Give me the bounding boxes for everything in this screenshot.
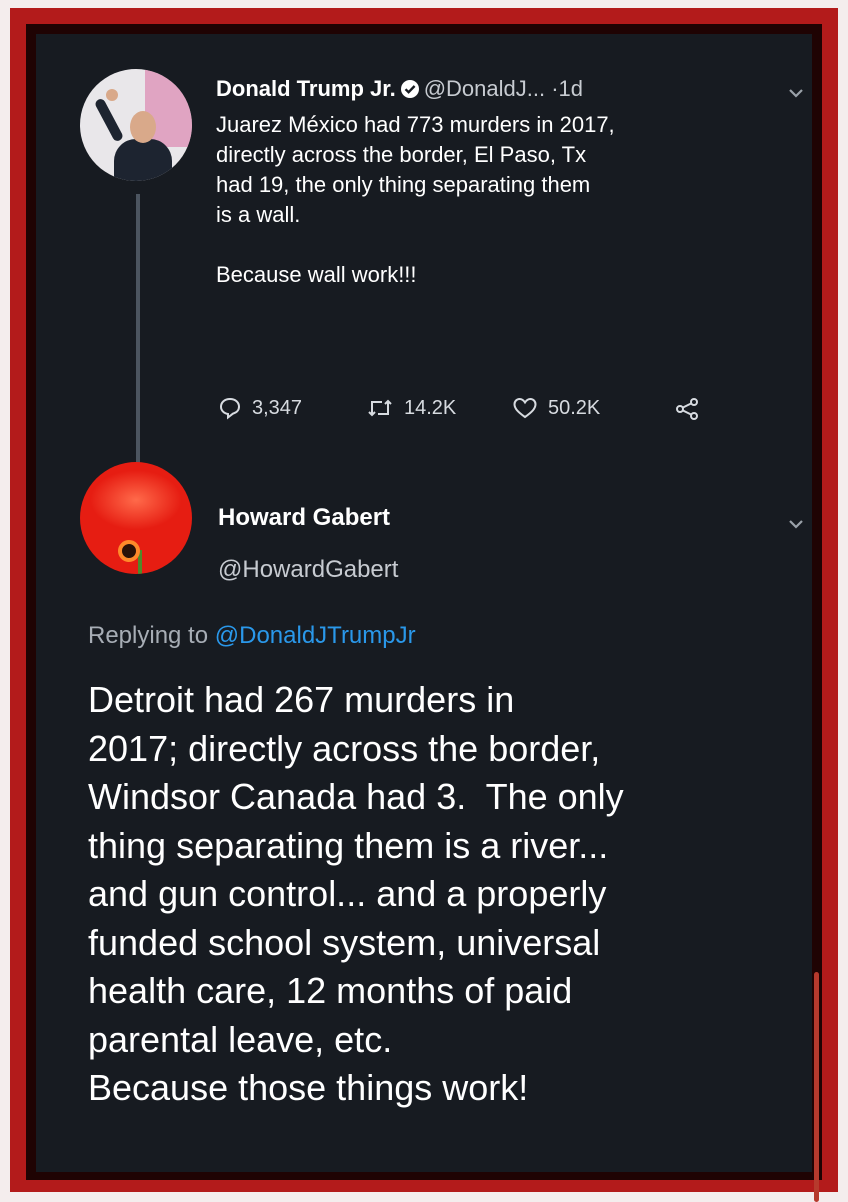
tweet2-handle[interactable]: @HowardGabert xyxy=(218,556,398,584)
avatar-howard-gabert[interactable] xyxy=(80,462,192,574)
tweet2-line: Windsor Canada had 3. The only xyxy=(88,776,624,817)
tweet1-line: is a wall. xyxy=(216,202,301,227)
avatar-donald-trump-jr[interactable] xyxy=(80,69,192,181)
reply-icon xyxy=(219,397,241,420)
thread-connector-line xyxy=(136,194,140,484)
replying-to-label: Replying to xyxy=(88,622,209,649)
chevron-down-icon[interactable] xyxy=(788,87,804,99)
tweet-screenshot: Donald Trump Jr. @DonaldJ... ·1d Juarez M… xyxy=(36,34,819,1202)
separator-dot: · xyxy=(551,76,559,101)
tweet2-line: 2017; directly across the border, xyxy=(88,727,601,769)
reply-button[interactable]: 3,347 xyxy=(218,396,302,420)
tweet1-line: directly across the border, El Paso, Tx xyxy=(216,142,587,167)
tweet1-line: had 19, the only thing separating them xyxy=(216,172,591,197)
share-button[interactable] xyxy=(674,396,710,422)
tweet1-author-name[interactable]: Donald Trump Jr. xyxy=(216,76,396,101)
red-frame: Donald Trump Jr. @DonaldJ... ·1d Juarez M… xyxy=(10,8,838,1202)
scrollbar[interactable] xyxy=(814,972,819,1202)
tweet2-line: Because those things work! xyxy=(88,1067,529,1108)
like-button[interactable]: 50.2K xyxy=(512,396,600,420)
like-icon xyxy=(513,397,537,419)
tweet1-header: Donald Trump Jr. @DonaldJ... ·1d xyxy=(216,76,583,102)
tweet2-author-name[interactable]: Howard Gabert xyxy=(218,504,390,532)
tweet1-timestamp[interactable]: 1d xyxy=(559,76,583,101)
mention-link[interactable]: @DonaldJTrumpJr xyxy=(215,622,416,649)
tweet1-line: Juarez México had 773 murders in 2017, xyxy=(216,112,615,137)
tweet2-line: and gun control... and a properly xyxy=(88,873,607,914)
tweet2-text: Detroit had 267 murders in 2017; directl… xyxy=(88,676,788,1113)
replying-to-line: Replying to @DonaldJTrumpJr xyxy=(88,622,416,650)
share-icon xyxy=(676,398,698,420)
tweet2-line: Detroit had 267 murders in xyxy=(88,679,515,720)
tweet2-line: funded school system, universal xyxy=(88,921,601,963)
verified-badge-icon xyxy=(400,80,419,98)
retweet-icon xyxy=(368,399,392,417)
retweet-button[interactable]: 14.2K xyxy=(366,396,456,420)
tweet1-paragraph-2: Because wall work!!! xyxy=(216,262,417,287)
retweet-count: 14.2K xyxy=(404,396,457,419)
tweet2-line: parental leave, etc. xyxy=(88,1018,393,1060)
tweet1-text: Juarez México had 773 murders in 2017, d… xyxy=(216,110,776,290)
like-count: 50.2K xyxy=(548,396,601,419)
tweet2-line: health care, 12 months of paid xyxy=(88,970,573,1011)
tweet1-handle[interactable]: @DonaldJ... xyxy=(424,76,545,101)
chevron-down-icon[interactable] xyxy=(788,518,804,530)
tweet2-line: thing separating them is a river... xyxy=(88,824,609,866)
reply-count: 3,347 xyxy=(252,396,303,419)
